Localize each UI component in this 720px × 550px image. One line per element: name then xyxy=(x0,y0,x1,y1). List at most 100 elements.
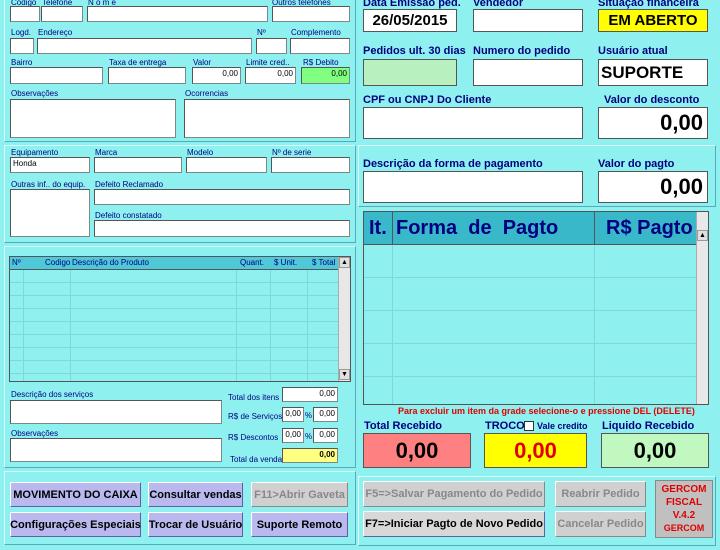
equipamento-field[interactable]: Honda xyxy=(10,157,90,173)
config-especiais-button[interactable]: Configurações Especiais xyxy=(10,512,141,537)
numero-pedido-label: Numero do pedido xyxy=(473,45,571,57)
total-venda-field: 0,00 xyxy=(282,448,338,463)
products-col-num: Nº xyxy=(12,258,21,267)
complemento-label: Complemento xyxy=(291,28,341,37)
rs-descontos-pct-symbol: % xyxy=(305,432,313,441)
forma-pagamento-label: Descrição da forma de pagamento xyxy=(363,158,543,170)
payments-col-item: It. xyxy=(369,217,387,239)
logd-field[interactable] xyxy=(10,38,34,54)
data-emissao-field[interactable]: 26/05/2015 xyxy=(363,9,457,32)
brand-line-1: GERCOM xyxy=(661,484,707,495)
bairro-field[interactable] xyxy=(10,67,103,84)
suporte-remoto-button[interactable]: Suporte Remoto xyxy=(251,512,348,537)
brand-line-2: FISCAL xyxy=(665,497,703,508)
logd-label: Logd. xyxy=(11,28,32,37)
outros-telefones-field[interactable] xyxy=(272,6,350,22)
cpf-field[interactable] xyxy=(363,107,583,139)
desconto-field[interactable]: 0,00 xyxy=(598,107,708,139)
desconto-label: Valor do desconto xyxy=(604,94,700,106)
movimento-caixa-button[interactable]: MOVIMENTO DO CAIXA xyxy=(10,482,141,507)
brand-line-4: GERCOM xyxy=(663,523,705,533)
vale-credito-label: Vale credito xyxy=(537,421,588,431)
defeito-reclamado-field[interactable] xyxy=(94,189,350,205)
delete-hint: Para excluir um item da grade selecione-… xyxy=(398,406,695,416)
limite-cred-field[interactable]: 0,00 xyxy=(245,67,296,84)
total-recebido-field: 0,00 xyxy=(363,433,471,468)
valor-field[interactable]: 0,00 xyxy=(192,67,241,84)
endereco-field[interactable] xyxy=(37,38,252,54)
products-col-codigo: Codigo xyxy=(45,258,71,267)
payments-scrollbar[interactable]: ▲ xyxy=(696,212,708,404)
rs-servicos-pct-symbol: % xyxy=(305,411,313,420)
outras-inf-field[interactable] xyxy=(10,189,90,237)
ocorrencias-label: Ocorrencias xyxy=(185,89,229,98)
troco-label: TROCO xyxy=(485,420,525,432)
rs-servicos-field[interactable]: 0,00 xyxy=(313,407,338,422)
consultar-vendas-button[interactable]: Consultar vendas xyxy=(148,482,243,507)
products-col-quant: Quant. xyxy=(240,258,265,267)
cpf-label: CPF ou CNPJ Do Cliente xyxy=(363,94,492,106)
payments-header: It. Forma de Pagto R$ Pagto xyxy=(364,212,696,245)
marca-field[interactable] xyxy=(94,157,182,173)
servicos-observacoes-field[interactable] xyxy=(10,438,222,462)
total-venda-label: Total da venda xyxy=(230,455,283,464)
pedidos-30-field xyxy=(363,59,457,86)
descricao-servicos-field[interactable] xyxy=(10,400,222,424)
defeito-constatado-field[interactable] xyxy=(94,220,350,237)
liquido-label: Liquido Recebido xyxy=(602,420,695,432)
iniciar-pagto-button[interactable]: F7=>Iniciar Pagto de Novo Pedido xyxy=(363,511,545,537)
rs-descontos-pct-field[interactable]: 0,00 xyxy=(282,428,304,443)
usuario-label: Usuário atual xyxy=(598,45,668,57)
payments-scroll-up-icon[interactable]: ▲ xyxy=(697,230,708,241)
taxa-entrega-field[interactable] xyxy=(108,67,186,84)
total-itens-field: 0,00 xyxy=(282,387,338,402)
payments-col-valor: R$ Pagto xyxy=(606,217,693,239)
vale-credito-checkbox[interactable] xyxy=(524,421,534,431)
observacoes-label: Observações xyxy=(11,89,59,98)
cancelar-pedido-button[interactable]: Cancelar Pedido xyxy=(555,511,646,537)
total-recebido-label: Total Recebido xyxy=(364,420,443,432)
modelo-field[interactable] xyxy=(186,157,267,173)
gercom-brand: GERCOM FISCAL V.4.2 GERCOM xyxy=(655,480,713,538)
valor-pagto-label: Valor do pagto xyxy=(598,158,675,170)
observacoes-field[interactable] xyxy=(10,99,176,138)
numero-field[interactable] xyxy=(256,38,287,54)
abrir-gaveta-button[interactable]: F11>Abrir Gaveta xyxy=(251,482,348,507)
valor-pagto-field[interactable]: 0,00 xyxy=(598,171,708,203)
descricao-servicos-label: Descrição dos serviços xyxy=(11,390,94,399)
rs-servicos-label: R$ de Serviços xyxy=(228,412,283,421)
ocorrencias-field[interactable] xyxy=(184,99,350,138)
telefone-field[interactable] xyxy=(41,6,83,22)
serie-field[interactable] xyxy=(271,157,350,173)
products-grid[interactable]: Nº Codigo Descrição do Produto Quant. $ … xyxy=(9,256,351,382)
reabrir-pedido-button[interactable]: Reabrir Pedido xyxy=(555,481,646,507)
products-header: Nº Codigo Descrição do Produto Quant. $ … xyxy=(10,257,339,270)
scroll-down-icon[interactable]: ▼ xyxy=(339,369,350,380)
nome-field[interactable] xyxy=(87,6,268,22)
pedidos-30-label: Pedidos ult. 30 dias xyxy=(363,45,466,57)
rs-debito-field: 0,00 xyxy=(301,67,350,84)
rs-servicos-pct-field[interactable]: 0,00 xyxy=(282,407,304,422)
complemento-field[interactable] xyxy=(290,38,350,54)
salvar-pagamento-button[interactable]: F5=>Salvar Pagamento do Pedido xyxy=(363,481,545,507)
scroll-up-icon[interactable]: ▲ xyxy=(339,257,350,268)
troco-field: 0,00 xyxy=(484,433,587,468)
products-scrollbar[interactable]: ▲ ▼ xyxy=(338,257,350,381)
trocar-usuario-button[interactable]: Trocar de Usuário xyxy=(148,512,243,537)
numero-pedido-field[interactable] xyxy=(473,59,583,86)
vendedor-field[interactable] xyxy=(473,9,583,32)
payments-col-forma: Forma de Pagto xyxy=(396,217,559,239)
rs-descontos-label: R$ Descontos xyxy=(228,433,279,442)
forma-pagamento-field[interactable] xyxy=(363,171,583,203)
rs-descontos-field[interactable]: 0,00 xyxy=(313,428,338,443)
liquido-field: 0,00 xyxy=(601,433,709,468)
payments-grid[interactable]: It. Forma de Pagto R$ Pagto ▲ xyxy=(363,211,709,405)
payments-grid-lines xyxy=(364,245,696,404)
codigo-field[interactable] xyxy=(10,6,40,22)
situacao-field: EM ABERTO xyxy=(598,9,708,32)
total-itens-label: Total dos itens xyxy=(228,393,280,402)
products-col-unit: $ Unit. xyxy=(274,258,298,267)
usuario-field: SUPORTE xyxy=(598,59,708,86)
endereco-label: Endereço xyxy=(38,28,73,37)
products-grid-lines xyxy=(10,270,339,381)
